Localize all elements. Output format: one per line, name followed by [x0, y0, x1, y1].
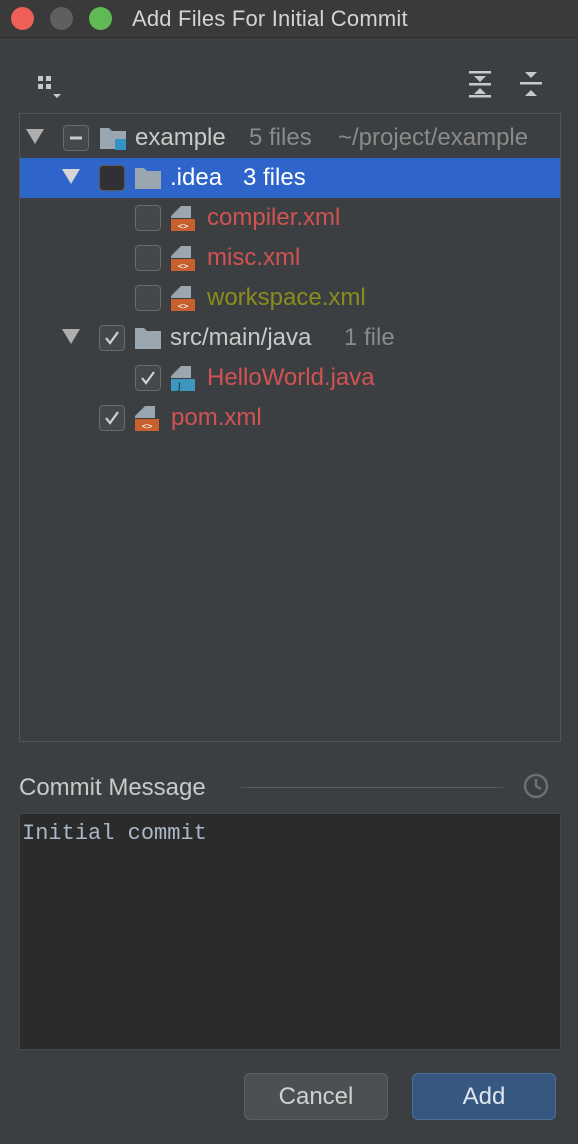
minimize-window-button[interactable] — [50, 7, 73, 30]
idea-folder-name: .idea — [170, 164, 223, 191]
group-by-icon[interactable] — [30, 66, 66, 102]
window-title: Add Files For Initial Commit — [132, 6, 408, 31]
file-checkbox[interactable] — [135, 205, 161, 231]
file-checkbox[interactable] — [99, 405, 125, 431]
root-checkbox[interactable] — [63, 125, 89, 151]
separator — [241, 787, 503, 788]
svg-text:<>: <> — [178, 302, 189, 312]
svg-text:<>: <> — [142, 422, 153, 432]
file-checkbox[interactable] — [135, 245, 161, 271]
idea-file-count: 3 files — [243, 164, 306, 191]
expand-arrow-icon[interactable] — [62, 329, 80, 344]
expand-arrow-icon[interactable] — [26, 129, 44, 144]
tree-row-file[interactable]: <> pom.xml — [20, 398, 560, 438]
module-folder-icon — [98, 124, 128, 152]
xml-file-icon: <> — [169, 244, 199, 272]
close-window-button[interactable] — [11, 7, 34, 30]
xml-file-icon: <> — [169, 284, 199, 312]
tree-row-file[interactable]: <> misc.xml — [20, 238, 560, 278]
tree-row-file[interactable]: J HelloWorld.java — [20, 358, 560, 398]
file-checkbox[interactable] — [135, 285, 161, 311]
folder-icon — [133, 324, 163, 352]
expand-arrow-icon[interactable] — [62, 169, 80, 184]
zoom-window-button[interactable] — [89, 7, 112, 30]
svg-text:<>: <> — [178, 222, 189, 232]
tree-row-file[interactable]: <> workspace.xml — [20, 278, 560, 318]
clock-icon[interactable] — [521, 771, 551, 801]
root-name: example — [135, 124, 226, 151]
idea-checkbox[interactable] — [99, 165, 125, 191]
collapse-all-icon[interactable] — [513, 66, 549, 102]
file-name: compiler.xml — [207, 204, 341, 231]
root-path: ~/project/example — [338, 124, 529, 151]
svg-text:<>: <> — [178, 262, 189, 272]
changes-tree[interactable]: example 5 files ~/project/example .idea … — [19, 113, 561, 742]
src-file-count: 1 file — [344, 324, 395, 351]
commit-message-label: Commit Message — [19, 774, 206, 801]
file-name: HelloWorld.java — [207, 364, 375, 391]
xml-file-icon: <> — [133, 404, 163, 432]
commit-message-input[interactable]: Initial commit — [19, 813, 561, 1050]
file-name: misc.xml — [207, 244, 301, 271]
tree-row-src[interactable]: src/main/java 1 file — [20, 318, 560, 358]
title-bar: Add Files For Initial Commit — [0, 0, 578, 38]
tree-row-idea[interactable]: .idea 3 files — [20, 158, 560, 198]
src-checkbox[interactable] — [99, 325, 125, 351]
file-checkbox[interactable] — [135, 365, 161, 391]
cancel-button[interactable]: Cancel — [244, 1073, 388, 1120]
tree-row-file[interactable]: <> compiler.xml — [20, 198, 560, 238]
java-file-icon: J — [169, 364, 199, 392]
src-folder-name: src/main/java — [170, 324, 312, 351]
expand-all-icon[interactable] — [462, 66, 498, 102]
add-button[interactable]: Add — [412, 1073, 556, 1120]
root-file-count: 5 files — [249, 124, 312, 151]
file-name: pom.xml — [171, 404, 262, 431]
tree-row-root[interactable]: example 5 files ~/project/example — [20, 118, 560, 158]
svg-text:J: J — [177, 382, 181, 392]
file-name: workspace.xml — [207, 284, 366, 311]
folder-icon — [133, 164, 163, 192]
xml-file-icon: <> — [169, 204, 199, 232]
